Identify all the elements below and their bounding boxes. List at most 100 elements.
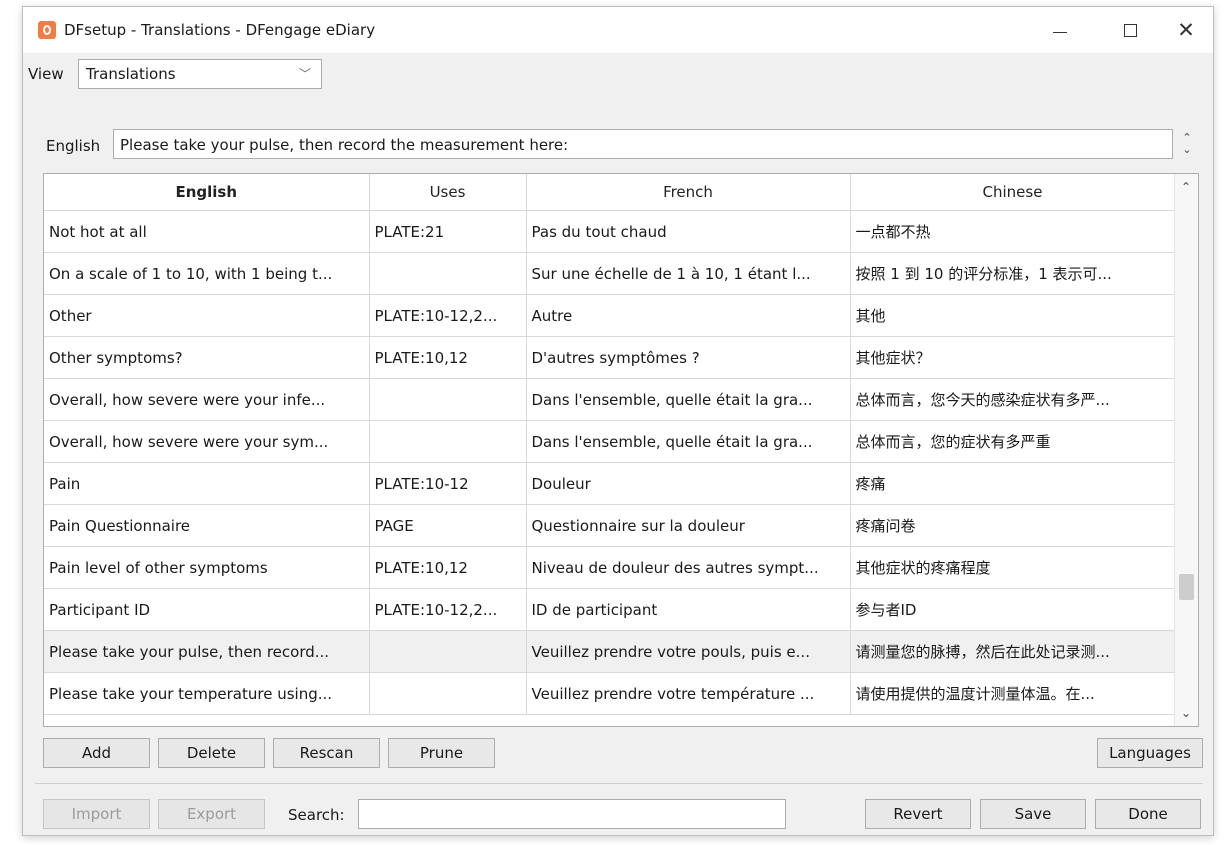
cell-chinese[interactable]: 请使用提供的温度计测量体温。在... xyxy=(850,672,1176,715)
cell-chinese[interactable]: 总体而言，您今天的感染症状有多严... xyxy=(850,378,1176,421)
english-field-spinner[interactable]: ⌃ ⌄ xyxy=(1175,129,1199,159)
cell-chinese[interactable]: 其他症状的疼痛程度 xyxy=(850,546,1176,589)
column-header-chinese[interactable]: Chinese xyxy=(850,174,1176,211)
column-header-uses[interactable]: Uses xyxy=(369,174,527,211)
prune-button[interactable]: Prune xyxy=(388,738,495,768)
cell-uses[interactable] xyxy=(369,630,527,673)
cell-french[interactable]: Autre xyxy=(526,294,851,337)
cell-uses[interactable]: PLATE:10-12,2... xyxy=(369,588,527,631)
cell-uses[interactable] xyxy=(369,672,527,715)
english-field-label: English xyxy=(46,137,101,155)
cell-french[interactable]: D'autres symptômes ? xyxy=(526,336,851,379)
cell-french[interactable]: ID de participant xyxy=(526,588,851,631)
cell-uses[interactable]: PAGE xyxy=(369,504,527,547)
cell-french[interactable]: Veuillez prendre votre pouls, puis e... xyxy=(526,630,851,673)
cell-english[interactable]: On a scale of 1 to 10, with 1 being t... xyxy=(44,252,370,295)
cell-french[interactable]: Dans l'ensemble, quelle était la gra... xyxy=(526,378,851,421)
table-row[interactable]: Please take your temperature using... Veu… xyxy=(44,672,1176,715)
app-logo-icon xyxy=(38,21,56,39)
done-button[interactable]: Done xyxy=(1095,799,1201,829)
cell-english[interactable]: Pain level of other symptoms xyxy=(44,546,370,589)
cell-english[interactable]: Pain xyxy=(44,462,370,505)
view-selected-value: Translations xyxy=(86,65,176,83)
table-row[interactable]: Pain PLATE:10-12 Douleur 疼痛 xyxy=(44,462,1176,505)
cell-chinese[interactable]: 请测量您的脉搏，然后在此处记录测... xyxy=(850,630,1176,673)
cell-uses[interactable] xyxy=(369,420,527,463)
cell-chinese[interactable]: 总体而言，您的症状有多严重 xyxy=(850,420,1176,463)
chevron-down-icon: ﹀ xyxy=(298,67,311,81)
close-icon: ✕ xyxy=(1177,18,1195,42)
table-row[interactable]: Please take your pulse, then record... Ve… xyxy=(44,630,1176,673)
column-header-french[interactable]: French xyxy=(526,174,851,211)
maximize-icon xyxy=(1123,23,1137,37)
cell-english[interactable]: Please take your pulse, then record... xyxy=(44,630,370,673)
table-header-row: English Uses French Chinese xyxy=(44,174,1176,211)
app-window: DFsetup - Translations - DFengage eDiary… xyxy=(22,6,1214,836)
save-button[interactable]: Save xyxy=(980,799,1086,829)
table-row[interactable]: Other symptoms? PLATE:10,12 D'autres sympt… xyxy=(44,336,1176,379)
table-row[interactable]: Overall, how severe were your infe... Dan… xyxy=(44,378,1176,421)
cell-uses[interactable]: PLATE:10,12 xyxy=(369,336,527,379)
import-button[interactable]: Import xyxy=(43,799,150,829)
delete-button[interactable]: Delete xyxy=(158,738,265,768)
export-button[interactable]: Export xyxy=(158,799,265,829)
cell-french[interactable]: Niveau de douleur des autres sympt... xyxy=(526,546,851,589)
cell-french[interactable]: Questionnaire sur la douleur xyxy=(526,504,851,547)
view-dropdown[interactable]: Translations ﹀ xyxy=(78,59,322,89)
revert-button[interactable]: Revert xyxy=(865,799,971,829)
cell-chinese[interactable]: 按照 1 到 10 的评分标准，1 表示可... xyxy=(850,252,1176,295)
table-row[interactable]: Participant ID PLATE:10-12,2... ID de part… xyxy=(44,588,1176,631)
search-input[interactable] xyxy=(358,799,786,829)
cell-chinese[interactable]: 一点都不热 xyxy=(850,210,1176,253)
table-row[interactable]: Pain level of other symptoms PLATE:10,12 N… xyxy=(44,546,1176,589)
window-title: DFsetup - Translations - DFengage eDiary xyxy=(64,21,376,39)
table-row[interactable]: Not hot at all PLATE:21 Pas du tout chaud 一… xyxy=(44,210,1176,253)
minimize-button[interactable] xyxy=(1035,7,1085,53)
table-row[interactable]: On a scale of 1 to 10, with 1 being t...… xyxy=(44,252,1176,295)
cell-uses[interactable]: PLATE:21 xyxy=(369,210,527,253)
close-button[interactable]: ✕ xyxy=(1161,7,1211,53)
table-row[interactable]: Other PLATE:10-12,2... Autre 其他 xyxy=(44,294,1176,337)
cell-chinese[interactable]: 疼痛 xyxy=(850,462,1176,505)
scrollbar-thumb[interactable] xyxy=(1179,574,1194,600)
cell-chinese[interactable]: 疼痛问卷 xyxy=(850,504,1176,547)
scroll-down-icon[interactable]: ⌄ xyxy=(1181,706,1191,720)
cell-uses[interactable] xyxy=(369,378,527,421)
cell-chinese[interactable]: 其他 xyxy=(850,294,1176,337)
cell-english[interactable]: Overall, how severe were your infe... xyxy=(44,378,370,421)
rescan-button[interactable]: Rescan xyxy=(273,738,380,768)
search-label: Search: xyxy=(288,806,345,824)
cell-french[interactable]: Dans l'ensemble, quelle était la gra... xyxy=(526,420,851,463)
cell-uses[interactable]: PLATE:10-12 xyxy=(369,462,527,505)
cell-english[interactable]: Participant ID xyxy=(44,588,370,631)
scroll-up-icon[interactable]: ⌃ xyxy=(1181,180,1191,194)
cell-chinese[interactable]: 其他症状？ xyxy=(850,336,1176,379)
translations-table[interactable]: English Uses French Chinese Not hot at a… xyxy=(43,173,1199,727)
english-field-value: Please take your pulse, then record the … xyxy=(120,136,569,154)
cell-english[interactable]: Please take your temperature using... xyxy=(44,672,370,715)
add-button[interactable]: Add xyxy=(43,738,150,768)
table-row[interactable]: Pain Questionnaire PAGE Questionnaire sur … xyxy=(44,504,1176,547)
column-header-english[interactable]: English xyxy=(44,174,370,211)
cell-french[interactable]: Sur une échelle de 1 à 10, 1 étant l... xyxy=(526,252,851,295)
table-row[interactable]: Overall, how severe were your sym... Dans… xyxy=(44,420,1176,463)
view-label: View xyxy=(28,65,64,83)
cell-chinese[interactable]: 参与者ID xyxy=(850,588,1176,631)
cell-english[interactable]: Pain Questionnaire xyxy=(44,504,370,547)
cell-uses[interactable] xyxy=(369,252,527,295)
cell-french[interactable]: Douleur xyxy=(526,462,851,505)
cell-uses[interactable]: PLATE:10-12,2... xyxy=(369,294,527,337)
english-text-field[interactable]: Please take your pulse, then record the … xyxy=(113,129,1173,159)
maximize-button[interactable] xyxy=(1105,7,1155,53)
title-bar: DFsetup - Translations - DFengage eDiary… xyxy=(23,7,1213,53)
languages-button[interactable]: Languages xyxy=(1097,738,1203,768)
cell-english[interactable]: Other xyxy=(44,294,370,337)
cell-french[interactable]: Veuillez prendre votre température ... xyxy=(526,672,851,715)
cell-english[interactable]: Overall, how severe were your sym... xyxy=(44,420,370,463)
cell-english[interactable]: Other symptoms? xyxy=(44,336,370,379)
table-scrollbar[interactable]: ⌃ ⌄ xyxy=(1174,174,1198,726)
cell-uses[interactable]: PLATE:10,12 xyxy=(369,546,527,589)
spin-down-icon[interactable]: ⌄ xyxy=(1182,144,1191,156)
cell-french[interactable]: Pas du tout chaud xyxy=(526,210,851,253)
cell-english[interactable]: Not hot at all xyxy=(44,210,370,253)
